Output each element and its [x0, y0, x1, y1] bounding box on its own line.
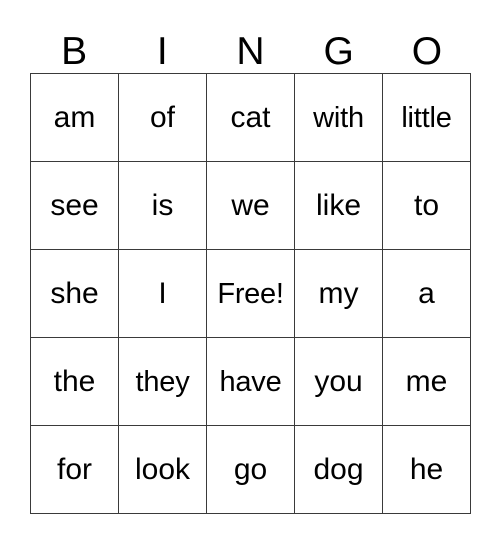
bingo-cell-b3[interactable]: she	[31, 250, 119, 338]
bingo-card: B I N G O am of cat with little see is w…	[0, 0, 500, 544]
bingo-cell-i3[interactable]: I	[119, 250, 207, 338]
bingo-cell-label: of	[149, 100, 176, 134]
bingo-cell-o5[interactable]: he	[383, 426, 471, 514]
bingo-cell-g4[interactable]: you	[295, 338, 383, 426]
bingo-cell-label: dog	[313, 452, 364, 486]
bingo-cell-label: have	[219, 365, 282, 398]
bingo-cell-o4[interactable]: me	[383, 338, 471, 426]
bingo-cell-label: I	[158, 276, 167, 310]
bingo-cell-i4[interactable]: they	[119, 338, 207, 426]
bingo-cell-i5[interactable]: look	[119, 426, 207, 514]
bingo-cell-label: go	[233, 452, 268, 486]
bingo-cell-label: to	[413, 188, 440, 222]
bingo-cell-label: cat	[230, 100, 271, 134]
bingo-cell-o2[interactable]: to	[383, 162, 471, 250]
bingo-cell-i2[interactable]: is	[119, 162, 207, 250]
bingo-cell-g3[interactable]: my	[295, 250, 383, 338]
bingo-header-letter-o: O	[411, 30, 443, 73]
bingo-cell-label: look	[134, 452, 191, 486]
bingo-cell-g2[interactable]: like	[295, 162, 383, 250]
bingo-cell-b4[interactable]: the	[31, 338, 119, 426]
bingo-header-letter-n: N	[236, 30, 265, 73]
bingo-cell-label: a	[418, 276, 435, 310]
bingo-cell-o1[interactable]: little	[383, 74, 471, 162]
bingo-cell-b5[interactable]: for	[31, 426, 119, 514]
bingo-cell-n4[interactable]: have	[207, 338, 295, 426]
bingo-cell-label: we	[231, 188, 270, 222]
bingo-cell-n2[interactable]: we	[207, 162, 295, 250]
bingo-cell-g5[interactable]: dog	[295, 426, 383, 514]
bingo-cell-i1[interactable]: of	[119, 74, 207, 162]
bingo-cell-b2[interactable]: see	[31, 162, 119, 250]
bingo-header-row: B I N G O	[30, 20, 471, 73]
bingo-cell-label: see	[50, 188, 99, 222]
bingo-cell-label: my	[318, 276, 359, 310]
bingo-cell-n5[interactable]: go	[207, 426, 295, 514]
bingo-cell-label: he	[409, 452, 444, 486]
bingo-cell-label: they	[135, 365, 190, 398]
bingo-cell-label: the	[53, 364, 96, 398]
bingo-cell-label: she	[50, 276, 99, 310]
bingo-cell-g1[interactable]: with	[295, 74, 383, 162]
bingo-cell-label: little	[401, 101, 452, 134]
bingo-free-space-label: Free!	[217, 277, 284, 310]
bingo-header-letter-g: G	[323, 30, 354, 73]
bingo-header-letter-b: B	[61, 30, 88, 73]
bingo-cell-label: with	[313, 101, 364, 134]
bingo-cell-label: me	[405, 364, 448, 398]
bingo-cell-label: like	[315, 188, 361, 222]
bingo-cell-label: is	[151, 188, 174, 222]
bingo-cell-label: am	[53, 100, 96, 134]
bingo-cell-free-space[interactable]: Free!	[207, 250, 295, 338]
bingo-cell-o3[interactable]: a	[383, 250, 471, 338]
bingo-cell-b1[interactable]: am	[31, 74, 119, 162]
bingo-grid: am of cat with little see is we like to	[30, 73, 471, 514]
bingo-header-letter-i: I	[156, 30, 168, 73]
bingo-cell-label: you	[314, 364, 363, 398]
bingo-cell-n1[interactable]: cat	[207, 74, 295, 162]
bingo-cell-label: for	[56, 452, 92, 486]
